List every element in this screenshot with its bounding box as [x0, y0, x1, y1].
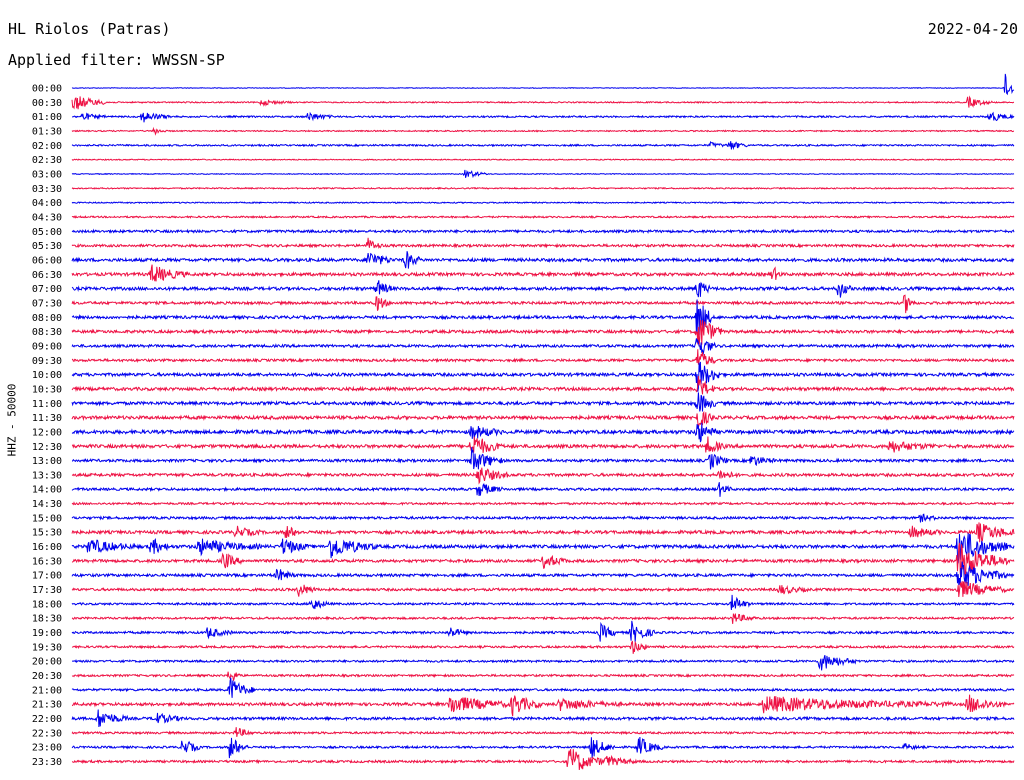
- trace-row-1900: [71, 620, 1015, 642]
- trace-row-1500: [71, 513, 1015, 523]
- row-time-label: 19:30: [32, 642, 62, 653]
- row-time-label: 11:30: [32, 413, 62, 424]
- row-time-label: 08:30: [32, 327, 62, 338]
- trace-row-0230: [71, 158, 1015, 161]
- time-tick-layer: 00:00 00:30 01:00 01:30 02:00 02:30 03:00 03:30…: [32, 84, 62, 769]
- row-time-label: 08:00: [32, 313, 62, 324]
- row-time-label: 12:30: [32, 442, 62, 453]
- row-time-label: 18:30: [32, 614, 62, 625]
- row-time-label: 12:00: [32, 427, 62, 438]
- trace-row-1030: [71, 375, 1015, 395]
- row-time-label: 15:00: [32, 513, 62, 524]
- trace-row-1430: [71, 501, 1015, 507]
- row-time-label: 15:30: [32, 528, 62, 539]
- trace-row-0930: [71, 349, 1015, 365]
- trace-row-2130: [71, 694, 1015, 717]
- row-time-label: 09:00: [32, 341, 62, 352]
- row-time-label: 01:00: [32, 112, 62, 123]
- trace-row-1530: [71, 522, 1015, 543]
- row-time-label: 04:30: [32, 212, 62, 223]
- row-time-label: 10:30: [32, 384, 62, 395]
- trace-row-0600: [71, 251, 1015, 269]
- trace-row-0730: [71, 294, 1015, 314]
- row-time-label: 16:00: [32, 542, 62, 553]
- row-time-label: 22:00: [32, 714, 62, 725]
- row-time-label: 11:00: [32, 399, 62, 410]
- row-time-label: 10:00: [32, 370, 62, 381]
- row-time-label: 14:30: [32, 499, 62, 510]
- row-time-label: 20:30: [32, 671, 62, 682]
- trace-layer: [71, 73, 1015, 771]
- row-time-label: 09:30: [32, 356, 62, 367]
- trace-row-0630: [71, 264, 1015, 282]
- row-time-label: 13:30: [32, 470, 62, 481]
- row-time-label: 01:30: [32, 126, 62, 137]
- row-time-label: 00:30: [32, 98, 62, 109]
- row-time-label: 23:30: [32, 757, 62, 768]
- row-time-label: 18:00: [32, 599, 62, 610]
- row-time-label: 02:00: [32, 141, 62, 152]
- trace-row-1330: [71, 467, 1015, 485]
- trace-row-1730: [71, 581, 1015, 598]
- trace-row-0500: [71, 228, 1015, 235]
- trace-row-2030: [71, 671, 1015, 681]
- trace-row-2300: [71, 736, 1015, 759]
- row-time-label: 13:00: [32, 456, 62, 467]
- trace-row-2330: [71, 749, 1015, 771]
- row-time-label: 05:00: [32, 227, 62, 238]
- trace-row-0330: [71, 186, 1015, 190]
- trace-row-0700: [71, 280, 1015, 298]
- trace-row-0130: [71, 126, 1015, 136]
- row-time-label: 14:00: [32, 485, 62, 496]
- row-time-label: 00:00: [32, 84, 62, 95]
- row-time-label: 07:30: [32, 298, 62, 309]
- row-time-label: 03:30: [32, 184, 62, 195]
- trace-row-1130: [71, 410, 1015, 428]
- row-time-label: 17:00: [32, 571, 62, 582]
- row-time-label: 17:30: [32, 585, 62, 596]
- trace-row-0900: [71, 338, 1015, 355]
- trace-row-0300: [71, 169, 1015, 179]
- trace-row-0400: [71, 201, 1015, 205]
- trace-row-1230: [71, 436, 1015, 453]
- row-time-label: 20:00: [32, 657, 62, 668]
- trace-row-1400: [71, 482, 1015, 497]
- row-time-label: 21:00: [32, 685, 62, 696]
- trace-row-0430: [71, 214, 1015, 220]
- trace-row-2200: [71, 709, 1015, 728]
- trace-row-0830: [71, 319, 1015, 347]
- helicorder-plot: 00:00 00:30 01:00 01:30 02:00 02:30 03:00 03:30…: [32, 73, 1015, 771]
- trace-row-1830: [71, 613, 1015, 624]
- trace-row-0100: [72, 111, 1015, 123]
- trace-row-0000: [71, 73, 1015, 96]
- trace-row-1930: [71, 640, 1015, 654]
- trace-row-1200: [71, 422, 1015, 443]
- row-time-label: 06:00: [32, 255, 62, 266]
- row-time-label: 04:00: [32, 198, 62, 209]
- row-time-label: 02:30: [32, 155, 62, 166]
- row-time-label: 22:30: [32, 728, 62, 739]
- trace-row-1300: [72, 447, 1015, 470]
- row-time-label: 16:30: [32, 556, 62, 567]
- trace-row-0200: [71, 141, 1015, 151]
- trace-row-0030: [71, 95, 1015, 110]
- row-time-label: 07:00: [32, 284, 62, 295]
- trace-row-2000: [72, 655, 1015, 671]
- row-time-label: 06:30: [32, 270, 62, 281]
- trace-row-2100: [71, 677, 1015, 698]
- row-time-label: 19:00: [32, 628, 62, 639]
- trace-row-1100: [71, 392, 1015, 412]
- trace-row-2230: [71, 727, 1015, 737]
- trace-row-1800: [71, 594, 1015, 611]
- row-time-label: 23:00: [32, 743, 62, 754]
- trace-row-1630: [71, 542, 1015, 579]
- trace-row-0800: [71, 299, 1014, 335]
- row-time-label: 21:30: [32, 700, 62, 711]
- row-time-label: 05:30: [32, 241, 62, 252]
- row-time-label: 03:00: [32, 169, 62, 180]
- trace-row-0530: [71, 237, 1015, 250]
